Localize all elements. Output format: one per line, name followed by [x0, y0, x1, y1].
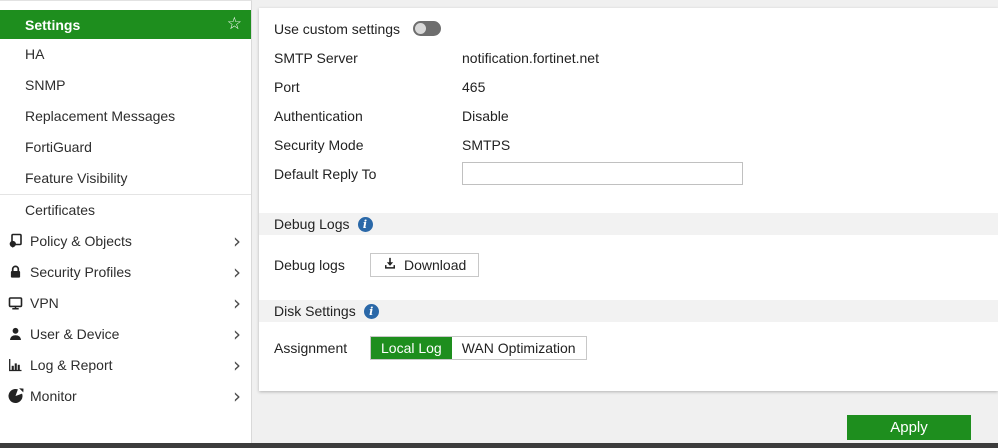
policy-objects-icon: [7, 233, 24, 249]
sidebar-item-user-device[interactable]: User & Device ›: [0, 318, 251, 349]
sidebar-item-ha[interactable]: HA: [0, 39, 251, 70]
chevron-right-icon: ›: [233, 355, 241, 375]
info-icon[interactable]: i: [364, 304, 379, 319]
sidebar-item-monitor-label: Monitor: [30, 388, 77, 404]
sidebar-item-feature-visibility-label: Feature Visibility: [25, 170, 127, 186]
sidebar-item-policy-objects-label: Policy & Objects: [30, 233, 132, 249]
security-mode-value: SMTPS: [462, 137, 510, 153]
port-row: Port 465: [259, 72, 998, 101]
favorite-star-icon[interactable]: ☆: [227, 16, 242, 33]
disk-settings-section-header: Disk Settings i: [259, 300, 998, 322]
sidebar-item-fortiguard-label: FortiGuard: [25, 139, 92, 155]
port-label: Port: [274, 79, 462, 95]
sidebar-item-snmp-label: SNMP: [25, 77, 65, 93]
email-service-settings-panel: Use custom settings SMTP Server notifica…: [259, 8, 998, 391]
sidebar-item-monitor[interactable]: Monitor ›: [0, 380, 251, 411]
sidebar-item-security-profiles-label: Security Profiles: [30, 264, 131, 280]
info-icon[interactable]: i: [358, 217, 373, 232]
assignment-label: Assignment: [274, 340, 370, 356]
chevron-right-icon: ›: [233, 293, 241, 313]
pie-chart-icon: [7, 388, 24, 404]
download-button-label: Download: [404, 257, 466, 273]
authentication-row: Authentication Disable: [259, 101, 998, 130]
assignment-segmented-control: Local Log WAN Optimization: [370, 336, 587, 360]
authentication-label: Authentication: [274, 108, 462, 124]
smtp-server-row: SMTP Server notification.fortinet.net: [259, 43, 998, 72]
sidebar-item-security-profiles[interactable]: Security Profiles ›: [0, 256, 251, 287]
chevron-right-icon: ›: [233, 386, 241, 406]
security-mode-row: Security Mode SMTPS: [259, 130, 998, 159]
debug-logs-row: Debug logs Download: [259, 253, 998, 277]
assignment-option-wan-optimization[interactable]: WAN Optimization: [452, 337, 586, 359]
default-reply-to-row: Default Reply To: [259, 159, 998, 188]
sidebar-item-fortiguard[interactable]: FortiGuard: [0, 132, 251, 163]
security-mode-label: Security Mode: [274, 137, 462, 153]
default-reply-to-label: Default Reply To: [274, 166, 462, 182]
default-reply-to-input[interactable]: [462, 162, 743, 185]
download-button[interactable]: Download: [370, 253, 479, 277]
sidebar-item-replacement-messages-label: Replacement Messages: [25, 108, 175, 124]
sidebar-item-feature-visibility[interactable]: Feature Visibility: [0, 163, 251, 194]
apply-button[interactable]: Apply: [847, 415, 971, 440]
fortigate-settings-screen: Settings ☆ HA SNMP Replacement Messages …: [0, 0, 998, 448]
sidebar-item-log-report-label: Log & Report: [30, 357, 113, 373]
assignment-row: Assignment Local Log WAN Optimization: [259, 336, 998, 360]
sidebar-item-settings[interactable]: Settings ☆: [0, 10, 251, 39]
smtp-server-label: SMTP Server: [274, 50, 462, 66]
debug-logs-section-title: Debug Logs: [274, 216, 350, 232]
toggle-knob: [415, 23, 426, 34]
chevron-right-icon: ›: [233, 262, 241, 282]
disk-settings-section-title: Disk Settings: [274, 303, 356, 319]
sidebar-item-user-device-label: User & Device: [30, 326, 119, 342]
monitor-icon: [7, 295, 24, 311]
sidebar-item-snmp[interactable]: SNMP: [0, 70, 251, 101]
chevron-right-icon: ›: [233, 324, 241, 344]
debug-logs-section-header: Debug Logs i: [259, 213, 998, 235]
sidebar-item-certificates[interactable]: Certificates: [0, 194, 251, 225]
user-icon: [7, 326, 24, 342]
sidebar: Settings ☆ HA SNMP Replacement Messages …: [0, 0, 252, 443]
port-value: 465: [462, 79, 485, 95]
chevron-right-icon: ›: [233, 231, 241, 251]
assignment-option-local-log[interactable]: Local Log: [371, 337, 452, 359]
debug-logs-label: Debug logs: [274, 257, 370, 273]
use-custom-settings-label: Use custom settings: [274, 21, 400, 37]
lock-icon: [7, 264, 24, 280]
bar-chart-icon: [7, 357, 24, 373]
bottom-edge-bar: [0, 443, 998, 448]
sidebar-item-vpn-label: VPN: [30, 295, 59, 311]
sidebar-item-policy-objects[interactable]: Policy & Objects ›: [0, 225, 251, 256]
use-custom-settings-toggle[interactable]: [413, 21, 441, 36]
sidebar-item-settings-label: Settings: [25, 17, 80, 33]
sidebar-item-replacement-messages[interactable]: Replacement Messages: [0, 101, 251, 132]
download-icon: [383, 257, 397, 274]
sidebar-item-vpn[interactable]: VPN ›: [0, 287, 251, 318]
use-custom-settings-row: Use custom settings: [259, 14, 998, 43]
sidebar-item-log-report[interactable]: Log & Report ›: [0, 349, 251, 380]
smtp-server-value: notification.fortinet.net: [462, 50, 599, 66]
sidebar-item-certificates-label: Certificates: [25, 202, 95, 218]
authentication-value: Disable: [462, 108, 509, 124]
sidebar-item-ha-label: HA: [25, 46, 44, 62]
